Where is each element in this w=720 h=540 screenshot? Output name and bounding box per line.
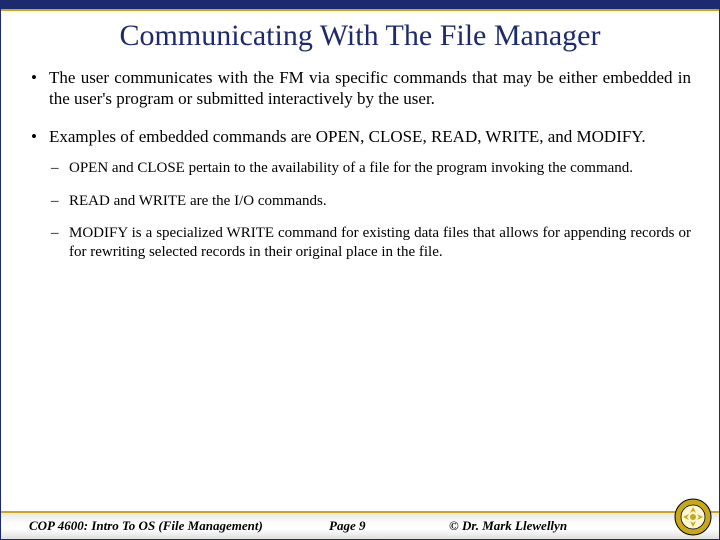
slide-footer: COP 4600: Intro To OS (File Management) …	[1, 511, 719, 539]
bullet-text: Examples of embedded commands are OPEN, …	[49, 127, 646, 146]
footer-author: © Dr. Mark Llewellyn	[449, 518, 705, 534]
slide-title: Communicating With The File Manager	[29, 19, 691, 53]
main-bullet-list: The user communicates with the FM via sp…	[29, 67, 691, 262]
sub-bullet-list: OPEN and CLOSE pertain to the availabili…	[49, 159, 691, 262]
footer-page: Page 9	[329, 518, 449, 534]
university-seal-icon	[673, 497, 713, 537]
footer-course: COP 4600: Intro To OS (File Management)	[29, 518, 329, 534]
sub-bullet-item: READ and WRITE are the I/O commands.	[49, 192, 691, 211]
sub-bullet-text: MODIFY is a specialized WRITE command fo…	[69, 225, 691, 260]
bullet-text: The user communicates with the FM via sp…	[49, 68, 691, 108]
sub-bullet-item: OPEN and CLOSE pertain to the availabili…	[49, 159, 691, 178]
sub-bullet-text: OPEN and CLOSE pertain to the availabili…	[69, 160, 633, 176]
bullet-item: The user communicates with the FM via sp…	[29, 67, 691, 110]
bullet-item: Examples of embedded commands are OPEN, …	[29, 126, 691, 262]
top-accent-bar	[1, 1, 719, 11]
sub-bullet-text: READ and WRITE are the I/O commands.	[69, 193, 327, 209]
slide-content: Communicating With The File Manager The …	[1, 11, 719, 262]
sub-bullet-item: MODIFY is a specialized WRITE command fo…	[49, 224, 691, 262]
